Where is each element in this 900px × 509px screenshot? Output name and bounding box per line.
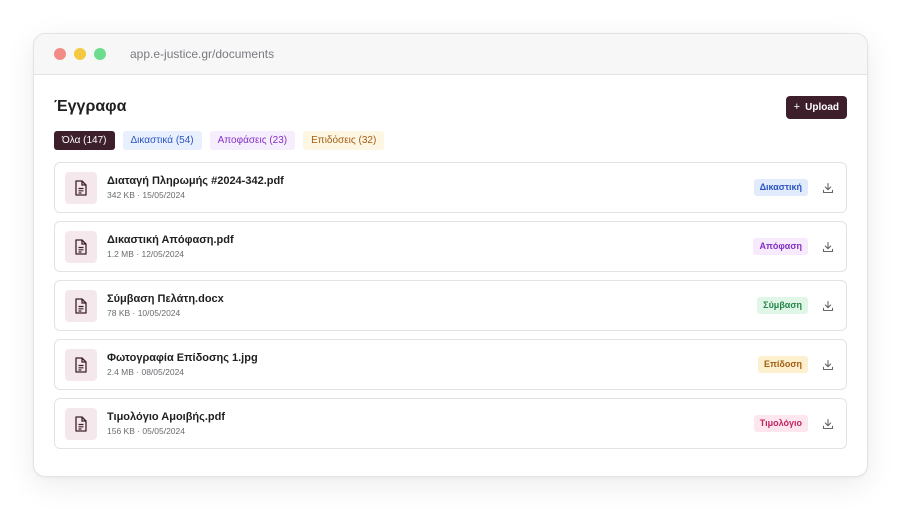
document-list: Διαταγή Πληρωμής #2024-342.pdf 342 KB · … xyxy=(54,162,847,449)
document-name[interactable]: Φωτογραφία Επίδοσης 1.jpg xyxy=(107,352,758,364)
document-name[interactable]: Σύμβαση Πελάτη.docx xyxy=(107,293,757,305)
document-name[interactable]: Τιμολόγιο Αμοιβής.pdf xyxy=(107,411,754,423)
download-icon[interactable] xyxy=(820,416,836,432)
document-meta: 342 KB · 15/05/2024 xyxy=(107,190,185,200)
document-info: Φωτογραφία Επίδοσης 1.jpg 2.4 MB · 08/05… xyxy=(107,352,758,377)
download-icon[interactable] xyxy=(820,180,836,196)
document-icon xyxy=(65,348,97,381)
document-icon xyxy=(65,289,97,322)
document-name[interactable]: Δικαστική Απόφαση.pdf xyxy=(107,234,753,246)
document-type-badge: Επίδοση xyxy=(757,356,808,373)
maximize-window-button[interactable] xyxy=(94,48,106,60)
document-row[interactable]: Φωτογραφία Επίδοσης 1.jpg 2.4 MB · 08/05… xyxy=(54,339,847,390)
document-row[interactable]: Δικαστική Απόφαση.pdf 1.2 MB · 12/05/202… xyxy=(54,221,847,272)
filter-court[interactable]: Δικαστικά (54) xyxy=(122,131,202,150)
address-bar[interactable]: app.e-justice.gr/documents xyxy=(130,47,274,61)
document-type-badge: Δικαστική xyxy=(753,179,808,196)
download-icon[interactable] xyxy=(820,357,836,373)
document-info: Τιμολόγιο Αμοιβής.pdf 156 KB · 05/05/202… xyxy=(107,411,754,436)
document-type-badge: Τιμολόγιο xyxy=(753,415,808,432)
document-info: Σύμβαση Πελάτη.docx 78 KB · 10/05/2024 xyxy=(107,293,757,318)
upload-label: Upload xyxy=(805,101,839,113)
document-row[interactable]: Σύμβαση Πελάτη.docx 78 KB · 10/05/2024 Σ… xyxy=(54,280,847,331)
filter-chips: Όλα (147) Δικαστικά (54) Αποφάσεις (23) … xyxy=(54,131,847,150)
download-icon[interactable] xyxy=(820,239,836,255)
document-meta: 78 KB · 10/05/2024 xyxy=(107,308,181,318)
filter-all[interactable]: Όλα (147) xyxy=(54,131,115,150)
plus-icon: + xyxy=(793,101,801,113)
document-meta: 1.2 MB · 12/05/2024 xyxy=(107,249,185,259)
document-icon xyxy=(65,230,97,263)
minimize-window-button[interactable] xyxy=(74,48,86,60)
filter-decisions[interactable]: Αποφάσεις (23) xyxy=(209,131,296,150)
browser-titlebar: app.e-justice.gr/documents xyxy=(34,34,867,75)
document-meta: 2.4 MB · 08/05/2024 xyxy=(107,367,185,377)
document-icon xyxy=(65,171,97,204)
close-window-button[interactable] xyxy=(54,48,66,60)
document-type-badge: Σύμβαση xyxy=(757,297,808,314)
download-icon[interactable] xyxy=(820,298,836,314)
document-icon xyxy=(65,407,97,440)
document-row[interactable]: Διαταγή Πληρωμής #2024-342.pdf 342 KB · … xyxy=(54,162,847,213)
document-info: Δικαστική Απόφαση.pdf 1.2 MB · 12/05/202… xyxy=(107,234,753,259)
upload-button[interactable]: + Upload xyxy=(785,95,847,119)
page-header: Έγγραφα + Upload xyxy=(54,95,847,119)
document-row[interactable]: Τιμολόγιο Αμοιβής.pdf 156 KB · 05/05/202… xyxy=(54,398,847,449)
document-name[interactable]: Διαταγή Πληρωμής #2024-342.pdf xyxy=(107,175,754,187)
browser-window: app.e-justice.gr/documents Έγγραφα + Upl… xyxy=(33,33,868,477)
document-meta: 156 KB · 05/05/2024 xyxy=(107,426,185,436)
page-title: Έγγραφα xyxy=(54,98,127,115)
documents-page: Έγγραφα + Upload Όλα (147) Δικαστικά (54… xyxy=(34,75,867,449)
document-info: Διαταγή Πληρωμής #2024-342.pdf 342 KB · … xyxy=(107,175,754,200)
document-type-badge: Απόφαση xyxy=(753,238,808,255)
filter-services[interactable]: Επιδόσεις (32) xyxy=(303,131,385,150)
